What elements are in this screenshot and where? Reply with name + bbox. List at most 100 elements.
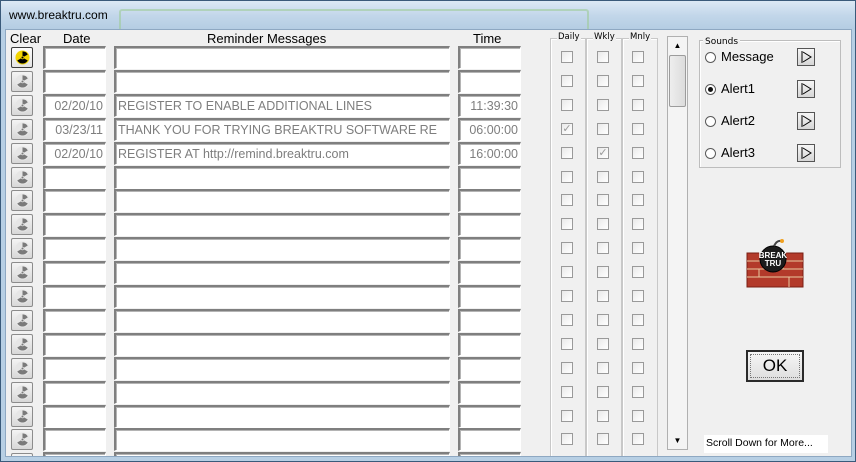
weekly-checkbox[interactable] xyxy=(597,266,609,279)
date-field[interactable] xyxy=(43,332,106,356)
sound-label[interactable]: Alert3 xyxy=(721,145,755,160)
monthly-checkbox[interactable] xyxy=(632,361,644,374)
scroll-down-arrow-icon[interactable]: ▼ xyxy=(668,432,687,449)
daily-checkbox[interactable] xyxy=(561,266,573,279)
daily-checkbox[interactable] xyxy=(561,361,573,374)
sound-label[interactable]: Alert1 xyxy=(721,81,755,96)
date-field[interactable] xyxy=(43,237,106,261)
clear-row-button[interactable] xyxy=(11,357,33,379)
clear-row-button[interactable] xyxy=(11,166,33,188)
clear-row-button[interactable] xyxy=(11,94,33,116)
clear-row-button[interactable] xyxy=(11,118,33,140)
daily-checkbox[interactable] xyxy=(561,337,573,350)
date-field[interactable]: 02/20/10 xyxy=(43,141,106,165)
message-field[interactable]: THANK YOU FOR TRYING BREAKTRU SOFTWARE R… xyxy=(114,117,450,141)
message-field[interactable] xyxy=(114,165,450,189)
clear-row-button[interactable] xyxy=(11,47,33,68)
daily-checkbox[interactable] xyxy=(561,313,573,326)
clear-row-button[interactable] xyxy=(11,453,33,456)
date-field[interactable]: 03/23/11 xyxy=(43,117,106,141)
clear-row-button[interactable] xyxy=(11,262,33,284)
message-field[interactable] xyxy=(114,452,450,456)
weekly-checkbox[interactable] xyxy=(597,385,609,398)
message-field[interactable]: REGISTER TO ENABLE ADDITIONAL LINES xyxy=(114,93,450,117)
monthly-checkbox[interactable] xyxy=(632,266,644,279)
time-field[interactable] xyxy=(458,237,521,261)
time-field[interactable] xyxy=(458,261,521,285)
time-field[interactable] xyxy=(458,428,521,452)
sound-radio[interactable] xyxy=(705,52,716,63)
message-field[interactable] xyxy=(114,404,450,428)
monthly-checkbox[interactable] xyxy=(632,337,644,350)
weekly-checkbox[interactable] xyxy=(597,194,609,207)
daily-checkbox[interactable] xyxy=(561,51,573,63)
clear-row-button[interactable] xyxy=(11,214,33,236)
clear-row-button[interactable] xyxy=(11,405,33,427)
daily-checkbox[interactable] xyxy=(561,74,573,87)
weekly-checkbox[interactable] xyxy=(597,433,609,446)
weekly-checkbox[interactable] xyxy=(597,361,609,374)
time-field[interactable] xyxy=(458,380,521,404)
monthly-checkbox[interactable] xyxy=(632,409,644,422)
message-field[interactable] xyxy=(114,237,450,261)
daily-checkbox[interactable] xyxy=(561,194,573,207)
date-field[interactable] xyxy=(43,165,106,189)
daily-checkbox[interactable] xyxy=(561,409,573,422)
clear-row-button[interactable] xyxy=(11,238,33,260)
monthly-checkbox[interactable] xyxy=(632,313,644,326)
message-field[interactable] xyxy=(114,285,450,308)
daily-checkbox[interactable] xyxy=(561,98,573,111)
weekly-checkbox[interactable] xyxy=(597,337,609,350)
clear-row-button[interactable] xyxy=(11,70,33,92)
weekly-checkbox[interactable] xyxy=(597,74,609,87)
message-field[interactable]: REGISTER AT http://remind.breaktru.com xyxy=(114,141,450,165)
date-field[interactable] xyxy=(43,213,106,237)
message-field[interactable] xyxy=(114,69,450,93)
weekly-checkbox[interactable] xyxy=(597,409,609,422)
time-field[interactable] xyxy=(458,213,521,237)
date-field[interactable] xyxy=(43,46,106,69)
clear-row-button[interactable] xyxy=(11,309,33,331)
monthly-checkbox[interactable] xyxy=(632,122,644,135)
message-field[interactable] xyxy=(114,46,450,69)
daily-checkbox[interactable] xyxy=(561,385,573,398)
sound-label[interactable]: Message xyxy=(721,49,774,64)
time-field[interactable]: 16:00:00 xyxy=(458,141,521,165)
time-field[interactable] xyxy=(458,452,521,456)
daily-checkbox[interactable] xyxy=(561,170,573,183)
weekly-checkbox[interactable] xyxy=(597,290,609,302)
monthly-checkbox[interactable] xyxy=(632,385,644,398)
daily-checkbox[interactable]: ✓ xyxy=(561,122,573,135)
message-field[interactable] xyxy=(114,213,450,237)
sound-radio[interactable] xyxy=(705,84,716,95)
time-field[interactable] xyxy=(458,285,521,308)
monthly-checkbox[interactable] xyxy=(632,218,644,231)
message-field[interactable] xyxy=(114,308,450,332)
monthly-checkbox[interactable] xyxy=(632,170,644,183)
play-sound-button[interactable] xyxy=(797,48,815,66)
time-field[interactable] xyxy=(458,404,521,428)
vertical-scrollbar[interactable]: ▲ ▼ xyxy=(667,36,688,450)
daily-checkbox[interactable] xyxy=(561,290,573,302)
date-field[interactable] xyxy=(43,69,106,93)
time-field[interactable] xyxy=(458,69,521,93)
monthly-checkbox[interactable] xyxy=(632,433,644,446)
sound-radio[interactable] xyxy=(705,116,716,127)
time-field[interactable]: 06:00:00 xyxy=(458,117,521,141)
clear-row-button[interactable] xyxy=(11,381,33,403)
play-sound-button[interactable] xyxy=(797,80,815,98)
message-field[interactable] xyxy=(114,380,450,404)
sound-label[interactable]: Alert2 xyxy=(721,113,755,128)
scroll-thumb[interactable] xyxy=(669,55,686,107)
monthly-checkbox[interactable] xyxy=(632,98,644,111)
clear-row-button[interactable] xyxy=(11,286,33,307)
time-field[interactable] xyxy=(458,356,521,380)
weekly-checkbox[interactable]: ✓ xyxy=(597,146,609,159)
weekly-checkbox[interactable] xyxy=(597,51,609,63)
play-sound-button[interactable] xyxy=(797,144,815,162)
time-field[interactable] xyxy=(458,46,521,69)
monthly-checkbox[interactable] xyxy=(632,194,644,207)
message-field[interactable] xyxy=(114,428,450,452)
weekly-checkbox[interactable] xyxy=(597,98,609,111)
monthly-checkbox[interactable] xyxy=(632,74,644,87)
